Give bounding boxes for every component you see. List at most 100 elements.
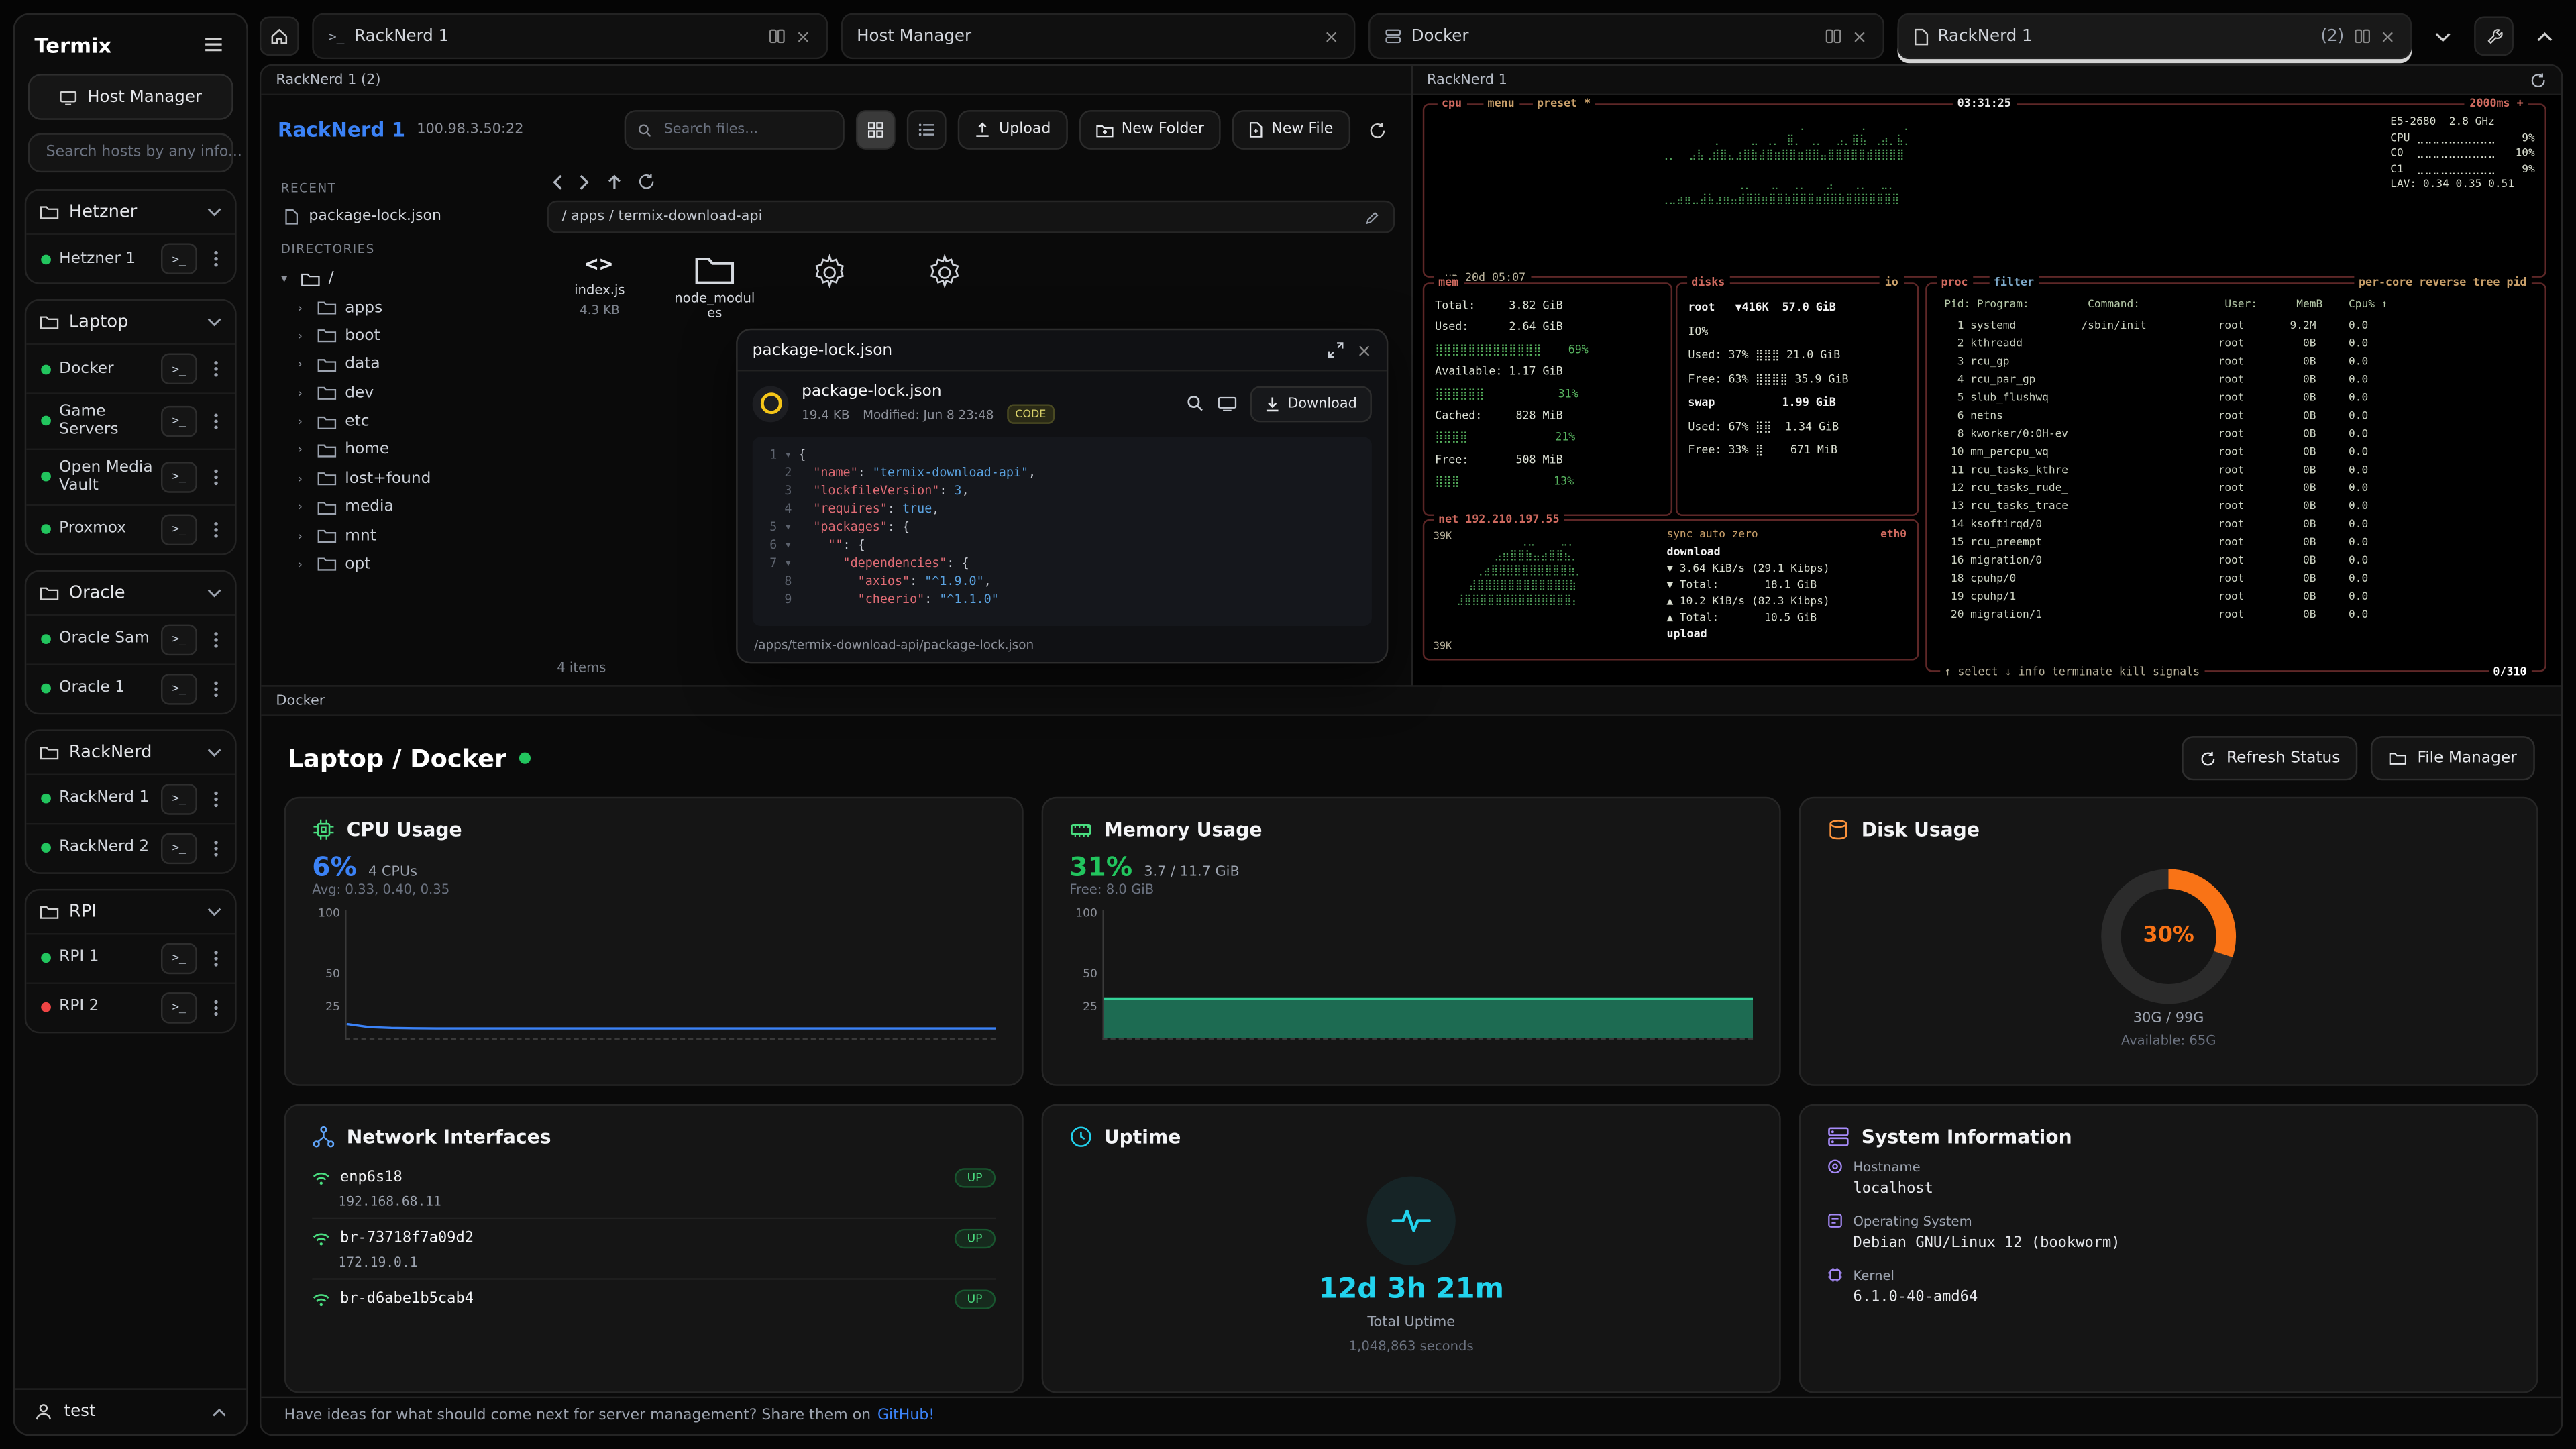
host-menu-button[interactable] [205, 834, 225, 862]
file-item-hidden[interactable] [902, 253, 987, 292]
host-menu-button[interactable] [205, 785, 225, 813]
file-item-hidden[interactable] [787, 253, 872, 292]
new-file-button[interactable]: New File [1232, 110, 1350, 150]
term-io-label[interactable]: io [1880, 276, 1903, 289]
file-manager-button[interactable]: File Manager [2371, 736, 2535, 780]
host-item[interactable]: Oracle 1 >_ [26, 663, 235, 712]
tab-host-manager[interactable]: Host Manager × [841, 13, 1356, 60]
group-header[interactable]: Oracle [26, 571, 235, 614]
sync-icon[interactable] [2530, 72, 2546, 88]
terminal-button[interactable]: >_ [161, 461, 197, 492]
host-menu-button[interactable] [205, 625, 225, 653]
terminal-button[interactable]: >_ [161, 783, 197, 814]
tree-dir[interactable]: ›dev [297, 378, 531, 407]
host-item[interactable]: RackNerd 2 >_ [26, 822, 235, 871]
file-search[interactable] [625, 110, 845, 150]
close-icon[interactable]: × [1324, 27, 1339, 45]
term-menu-label[interactable]: menu [1483, 97, 1519, 110]
terminal-button[interactable]: >_ [161, 513, 197, 545]
tree-dir[interactable]: ›home [297, 436, 531, 465]
host-item[interactable]: Game Servers >_ [26, 392, 235, 448]
search-in-file-icon[interactable] [1186, 394, 1204, 413]
group-header[interactable]: RPI [26, 890, 235, 932]
host-item[interactable]: Proxmox >_ [26, 504, 235, 553]
code-preview[interactable]: 1 ▾ 2 3 4 5 ▾ 6 ▾ 7 ▾ 8 9 { "name": "ter… [753, 437, 1372, 626]
tree-dir[interactable]: ›mnt [297, 521, 531, 550]
recent-file-item[interactable]: package-lock.json [281, 204, 531, 230]
tree-dir[interactable]: ›lost+found [297, 464, 531, 493]
host-menu-button[interactable] [205, 515, 225, 543]
host-item[interactable]: RPI 2 >_ [26, 981, 235, 1030]
terminal-button[interactable]: >_ [161, 624, 197, 655]
refresh-button[interactable] [1361, 113, 1394, 146]
host-menu-button[interactable] [205, 355, 225, 383]
tree-dir[interactable]: ›etc [297, 407, 531, 436]
host-search[interactable] [28, 133, 233, 172]
term-proc-options[interactable]: per-core reverse tree pid [2354, 276, 2532, 289]
terminal-button[interactable]: >_ [161, 243, 197, 274]
tab-terminal-racknerd1[interactable]: >_ RackNerd 1 × [312, 13, 827, 60]
expand-icon[interactable] [1327, 341, 1343, 358]
tree-dir[interactable]: ›boot [297, 321, 531, 350]
collapse-button[interactable] [2527, 18, 2563, 54]
tree-dir[interactable]: ›apps [297, 293, 531, 322]
process-list[interactable]: 1 systemd /sbin/init root 9.2M 0.0 2 kth… [1938, 317, 2535, 661]
split-view-icon[interactable] [1826, 28, 1842, 44]
host-item[interactable]: RPI 1 >_ [26, 932, 235, 981]
close-icon[interactable]: × [796, 27, 811, 45]
tools-button[interactable] [2474, 16, 2514, 56]
terminal-button[interactable]: >_ [161, 354, 197, 385]
host-manager-button[interactable]: Host Manager [28, 74, 233, 120]
terminal-button[interactable]: >_ [161, 673, 197, 704]
term-preset-label[interactable]: preset * [1532, 97, 1596, 110]
upload-button[interactable]: Upload [958, 110, 1067, 150]
editor-icon[interactable] [1217, 395, 1236, 411]
grid-view-button[interactable] [856, 110, 896, 150]
refresh-icon[interactable] [637, 172, 655, 191]
download-button[interactable]: Download [1250, 385, 1372, 421]
file-item-node-modules[interactable]: node_modules [672, 253, 757, 321]
hamburger-menu-icon[interactable] [197, 28, 230, 61]
host-item[interactable]: Docker >_ [26, 343, 235, 392]
tab-files-racknerd1[interactable]: RackNerd 1 (2) × [1896, 13, 2412, 60]
group-header[interactable]: RackNerd [26, 731, 235, 773]
new-folder-button[interactable]: New Folder [1079, 110, 1220, 150]
terminal-screen[interactable]: cpu menu preset * 03:31:25 2000ms + ⡀ ⢀ … [1412, 95, 2561, 685]
close-icon[interactable]: × [2380, 27, 2396, 45]
forward-icon[interactable] [578, 173, 592, 189]
refresh-status-button[interactable]: Refresh Status [2182, 736, 2358, 780]
tree-dir[interactable]: ›data [297, 350, 531, 379]
github-link[interactable]: GitHub! [877, 1408, 934, 1424]
home-button[interactable] [260, 16, 299, 56]
terminal-button[interactable]: >_ [161, 406, 197, 437]
host-item[interactable]: RackNerd 1 >_ [26, 773, 235, 822]
tree-root[interactable]: ▾ / [281, 264, 531, 293]
host-item[interactable]: Oracle Sam >_ [26, 614, 235, 663]
group-header[interactable]: Hetzner [26, 191, 235, 233]
up-icon[interactable] [606, 173, 623, 189]
close-icon[interactable]: × [1356, 341, 1372, 359]
tree-dir[interactable]: ›media [297, 493, 531, 522]
back-icon[interactable] [550, 173, 564, 189]
host-search-input[interactable] [43, 143, 247, 162]
host-menu-button[interactable] [205, 944, 225, 972]
terminal-button[interactable]: >_ [161, 991, 197, 1023]
host-menu-button[interactable] [205, 245, 225, 273]
term-filter-label[interactable]: filter [1988, 276, 2039, 289]
terminal-button[interactable]: >_ [161, 943, 197, 974]
file-item-indexjs[interactable]: <> index.js 4.3 KB [557, 253, 642, 317]
host-menu-button[interactable] [205, 407, 225, 435]
chevron-up-icon[interactable] [212, 1407, 227, 1417]
host-menu-button[interactable] [205, 994, 225, 1022]
split-view-icon[interactable] [2354, 28, 2370, 44]
terminal-button[interactable]: >_ [161, 833, 197, 864]
tree-dir[interactable]: ›opt [297, 550, 531, 579]
net-modes[interactable]: sync auto zero [1666, 527, 1758, 541]
close-icon[interactable]: × [1852, 27, 1868, 45]
group-header[interactable]: Laptop [26, 301, 235, 343]
host-item[interactable]: Hetzner 1 >_ [26, 233, 235, 282]
host-menu-button[interactable] [205, 674, 225, 702]
edit-path-icon[interactable] [1364, 209, 1379, 224]
tab-docker[interactable]: Docker × [1368, 13, 1884, 60]
list-view-button[interactable] [907, 110, 947, 150]
